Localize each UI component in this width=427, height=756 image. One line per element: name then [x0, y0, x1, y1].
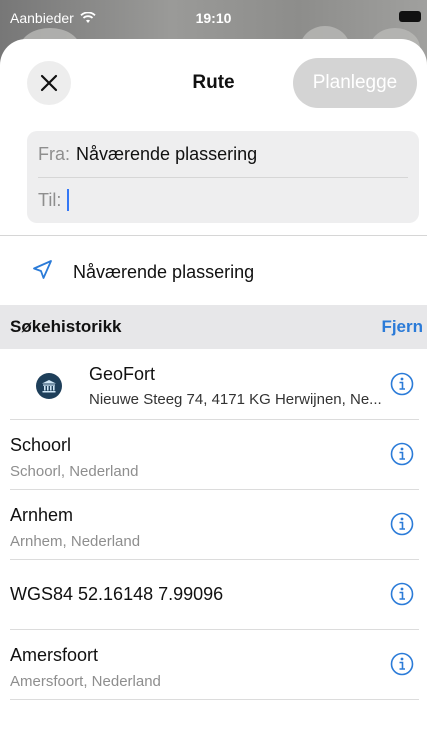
museum-icon: [36, 373, 62, 399]
list-item-title: GeoFort: [89, 364, 156, 384]
list-item-subtitle: Arnhem, Nederland: [10, 533, 141, 550]
list-item[interactable]: WGS84 52.16148 7.99096: [0, 560, 427, 630]
current-location-label: Nåværende plassering: [73, 261, 255, 282]
info-icon[interactable]: [390, 652, 414, 676]
list-item-title: Schoorl: [10, 435, 72, 455]
search-history-header: Søkehistorikk Fjern: [0, 305, 427, 349]
clear-history-button[interactable]: Fjern: [381, 317, 423, 337]
text-cursor: [67, 189, 70, 211]
info-icon[interactable]: [390, 372, 414, 396]
list-item[interactable]: Arnhem Arnhem, Nederland: [0, 490, 427, 560]
list-item-subtitle: Nieuwe Steeg 74, 4171 KG Herwijnen, Ne..…: [89, 391, 382, 408]
location-arrow-icon: [33, 260, 52, 279]
list-item-title: WGS84 52.16148 7.99096: [10, 584, 224, 604]
to-field[interactable]: Til:: [38, 177, 408, 223]
list-item-subtitle: Schoorl, Nederland: [10, 463, 139, 480]
status-bar: Aanbieder 19:10: [0, 0, 427, 34]
list-item-subtitle: Amersfoort, Nederland: [10, 673, 161, 690]
divider: [0, 235, 427, 236]
list-item-title: Amersfoort: [10, 645, 99, 665]
list-item[interactable]: Schoorl Schoorl, Nederland: [0, 420, 427, 490]
battery-icon: [399, 11, 421, 22]
info-icon[interactable]: [390, 582, 414, 606]
route-input-group: Fra: Nåværende plassering Til:: [27, 131, 419, 223]
list-item[interactable]: GeoFort Nieuwe Steeg 74, 4171 KG Herwijn…: [0, 350, 427, 420]
search-history-title: Søkehistorikk: [10, 317, 122, 336]
current-location-option[interactable]: Nåværende plassering: [0, 246, 427, 298]
from-label: Fra:: [38, 143, 71, 164]
plan-button[interactable]: Planlegge: [293, 58, 417, 108]
search-history-list: GeoFort Nieuwe Steeg 74, 4171 KG Herwijn…: [0, 350, 427, 700]
to-label: Til:: [38, 189, 62, 210]
list-item[interactable]: Amersfoort Amersfoort, Nederland: [0, 630, 427, 700]
info-icon[interactable]: [390, 442, 414, 466]
route-sheet: Rute Planlegge Fra: Nåværende plassering…: [0, 39, 427, 756]
list-item-title: Arnhem: [10, 505, 74, 525]
status-time: 19:10: [195, 10, 232, 26]
divider: [10, 699, 419, 700]
from-value: Nåværende plassering: [76, 143, 258, 164]
from-field[interactable]: Fra: Nåværende plassering: [38, 131, 408, 178]
info-icon[interactable]: [390, 512, 414, 536]
